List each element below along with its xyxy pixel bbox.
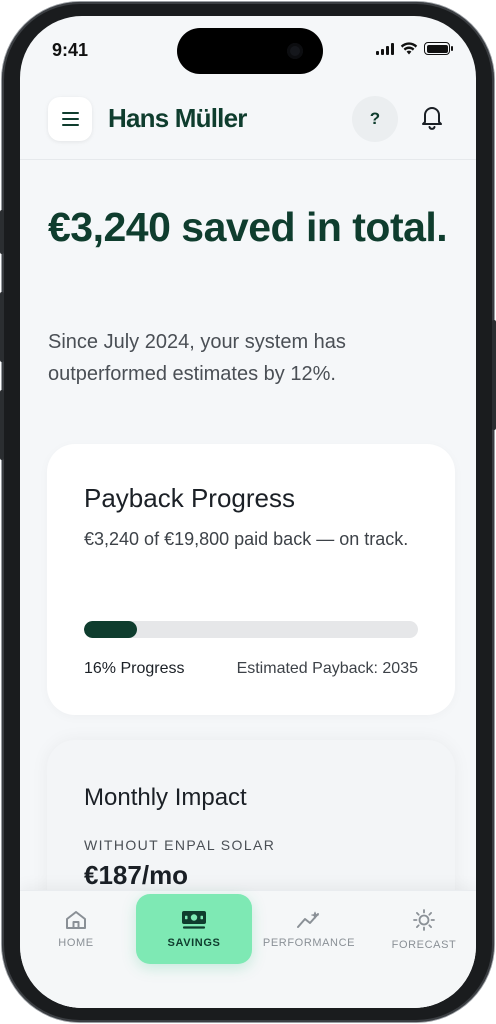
sun-icon: [413, 909, 435, 931]
camera-icon: [287, 43, 303, 59]
payback-description: €3,240 of €19,800 paid back — on track.: [84, 529, 409, 549]
bottom-navigation: HOME SAVINGS PERFORMANCE FORECAST: [20, 890, 476, 1008]
status-time: 9:41: [52, 40, 89, 60]
page-title: Hans Müller: [108, 103, 247, 133]
phone-power-button: [492, 320, 496, 430]
phone-action-button: [0, 210, 4, 254]
home-icon: [66, 911, 86, 929]
nav-performance[interactable]: PERFORMANCE: [263, 909, 355, 949]
menu-button[interactable]: [48, 97, 92, 141]
nav-forecast-label: FORECAST: [391, 939, 457, 951]
phone-volume-down-button: [0, 390, 4, 460]
monthly-impact-value: €187/mo: [84, 860, 189, 890]
nav-savings[interactable]: SAVINGS: [136, 894, 252, 964]
payback-progress-fill: [84, 621, 138, 638]
trend-chart-icon: [297, 911, 319, 928]
status-icons: [376, 42, 453, 55]
signal-icon: [376, 42, 394, 55]
app-screen: 9:41 Hans Müller ? €3,240 saved in total…: [20, 16, 476, 1008]
nav-home-label: HOME: [58, 937, 94, 949]
phone-volume-up-button: [0, 292, 4, 362]
monthly-impact-caption: WITHOUT ENPAL SOLAR: [84, 837, 276, 853]
wifi-icon: [400, 42, 418, 55]
help-button[interactable]: ?: [352, 96, 398, 142]
nav-performance-label: PERFORMANCE: [262, 937, 356, 949]
nav-home[interactable]: HOME: [56, 909, 96, 949]
bell-icon: [422, 107, 442, 130]
nav-savings-label: SAVINGS: [167, 937, 221, 949]
app-header: Hans Müller ?: [20, 94, 476, 160]
menu-icon: [61, 111, 79, 114]
battery-icon: [424, 42, 453, 55]
progress-percentage: 16% Progress: [84, 660, 185, 677]
banknote-icon: [182, 911, 206, 929]
savings-subtitle: Since July 2024, your system has outperf…: [48, 331, 346, 385]
status-bar: 9:41: [20, 16, 476, 78]
notifications-button[interactable]: [412, 97, 452, 137]
estimated-payback: Estimated Payback: 2035: [236, 660, 418, 677]
payback-title: Payback Progress: [84, 483, 295, 513]
monthly-impact-title: Monthly Impact: [84, 784, 247, 811]
payback-progress-bar: [84, 621, 418, 638]
dynamic-island: [177, 28, 323, 74]
nav-forecast[interactable]: FORECAST: [391, 907, 457, 951]
payback-progress-card: Payback Progress €3,240 of €19,800 paid …: [47, 444, 455, 715]
savings-headline: €3,240 saved in total.: [48, 204, 448, 250]
